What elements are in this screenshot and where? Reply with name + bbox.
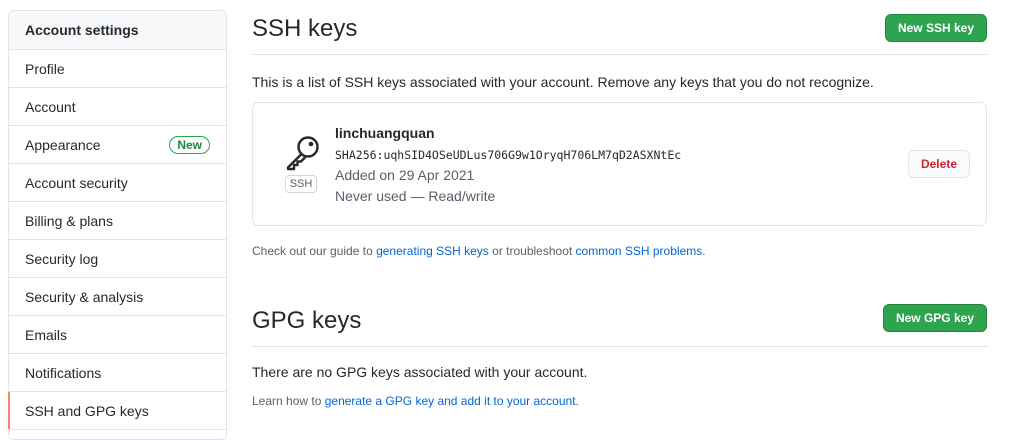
ssh-guide-text: Check out our guide to generating SSH ke… bbox=[252, 244, 706, 258]
sidebar-item-label: Account bbox=[25, 99, 76, 115]
sidebar-item-label: Profile bbox=[25, 61, 65, 77]
sidebar-item-label: SSH and GPG keys bbox=[25, 403, 149, 419]
common-ssh-problems-link[interactable]: common SSH problems bbox=[576, 244, 703, 258]
ssh-key-added-date: Added on 29 Apr 2021 bbox=[335, 167, 475, 183]
gpg-learn-text: Learn how to generate a GPG key and add … bbox=[252, 394, 579, 408]
ssh-keys-title: SSH keys bbox=[252, 15, 358, 42]
sidebar-item-account[interactable]: Account bbox=[9, 88, 226, 126]
new-gpg-key-button[interactable]: New GPG key bbox=[882, 304, 987, 332]
sidebar-item-profile[interactable]: Profile bbox=[9, 50, 226, 88]
sidebar-header: Account settings bbox=[9, 11, 226, 50]
ssh-guide-prefix: Check out our guide to bbox=[252, 244, 377, 258]
settings-sidebar: Account settings Profile Account Appeara… bbox=[8, 10, 227, 440]
ssh-guide-middle: or troubleshoot bbox=[488, 244, 576, 258]
sidebar-item-emails[interactable]: Emails bbox=[9, 316, 226, 354]
sidebar-item-label: Appearance bbox=[25, 137, 101, 153]
ssh-key-item: SSH linchuangquan SHA256:uqhSID4OSeUDLus… bbox=[252, 102, 987, 226]
sidebar-item-security-log[interactable]: Security log bbox=[9, 240, 226, 278]
ssh-type-badge: SSH bbox=[285, 175, 317, 193]
sidebar-item-label: Notifications bbox=[25, 365, 102, 381]
gpg-learn-suffix: . bbox=[575, 394, 579, 408]
main-content: SSH keys New SSH key This is a list of S… bbox=[252, 0, 988, 408]
new-ssh-key-button[interactable]: New SSH key bbox=[884, 14, 987, 42]
sidebar-item-notifications[interactable]: Notifications bbox=[9, 354, 226, 392]
sidebar-item-account-security[interactable]: Account security bbox=[9, 164, 226, 202]
sidebar-item-appearance[interactable]: Appearance New bbox=[9, 126, 226, 164]
generate-gpg-key-link[interactable]: generate a GPG key and add it to your ac… bbox=[325, 394, 576, 408]
gpg-empty-text: There are no GPG keys associated with yo… bbox=[252, 364, 588, 380]
generating-ssh-keys-link[interactable]: generating SSH keys bbox=[376, 244, 489, 258]
gpg-learn-prefix: Learn how to bbox=[252, 394, 325, 408]
delete-ssh-key-button[interactable]: Delete bbox=[907, 150, 970, 178]
sidebar-item-label: Account security bbox=[25, 175, 128, 191]
sidebar-item-ssh-gpg-keys[interactable]: SSH and GPG keys bbox=[8, 392, 226, 430]
sidebar-item-security-analysis[interactable]: Security & analysis bbox=[9, 278, 226, 316]
gpg-keys-title: GPG keys bbox=[252, 307, 362, 334]
sidebar-item-billing[interactable]: Billing & plans bbox=[9, 202, 226, 240]
sidebar-item-label: Billing & plans bbox=[25, 213, 113, 229]
ssh-description: This is a list of SSH keys associated wi… bbox=[252, 74, 874, 90]
ssh-key-usage: Never used — Read/write bbox=[335, 188, 496, 204]
sidebar-item-label: Security & analysis bbox=[25, 289, 144, 305]
ssh-guide-suffix: . bbox=[702, 244, 706, 258]
gpg-section-header: GPG keys New GPG key bbox=[252, 290, 988, 347]
ssh-key-fingerprint: SHA256:uqhSID4OSeUDLus706G9w1OryqH706LM7… bbox=[335, 148, 682, 162]
key-icon bbox=[286, 136, 319, 171]
ssh-section-header: SSH keys New SSH key bbox=[252, 0, 988, 55]
sidebar-item-label: Security log bbox=[25, 251, 99, 267]
sidebar-item-label: Emails bbox=[25, 327, 68, 343]
ssh-key-name: linchuangquan bbox=[335, 125, 435, 141]
new-badge: New bbox=[169, 136, 210, 154]
